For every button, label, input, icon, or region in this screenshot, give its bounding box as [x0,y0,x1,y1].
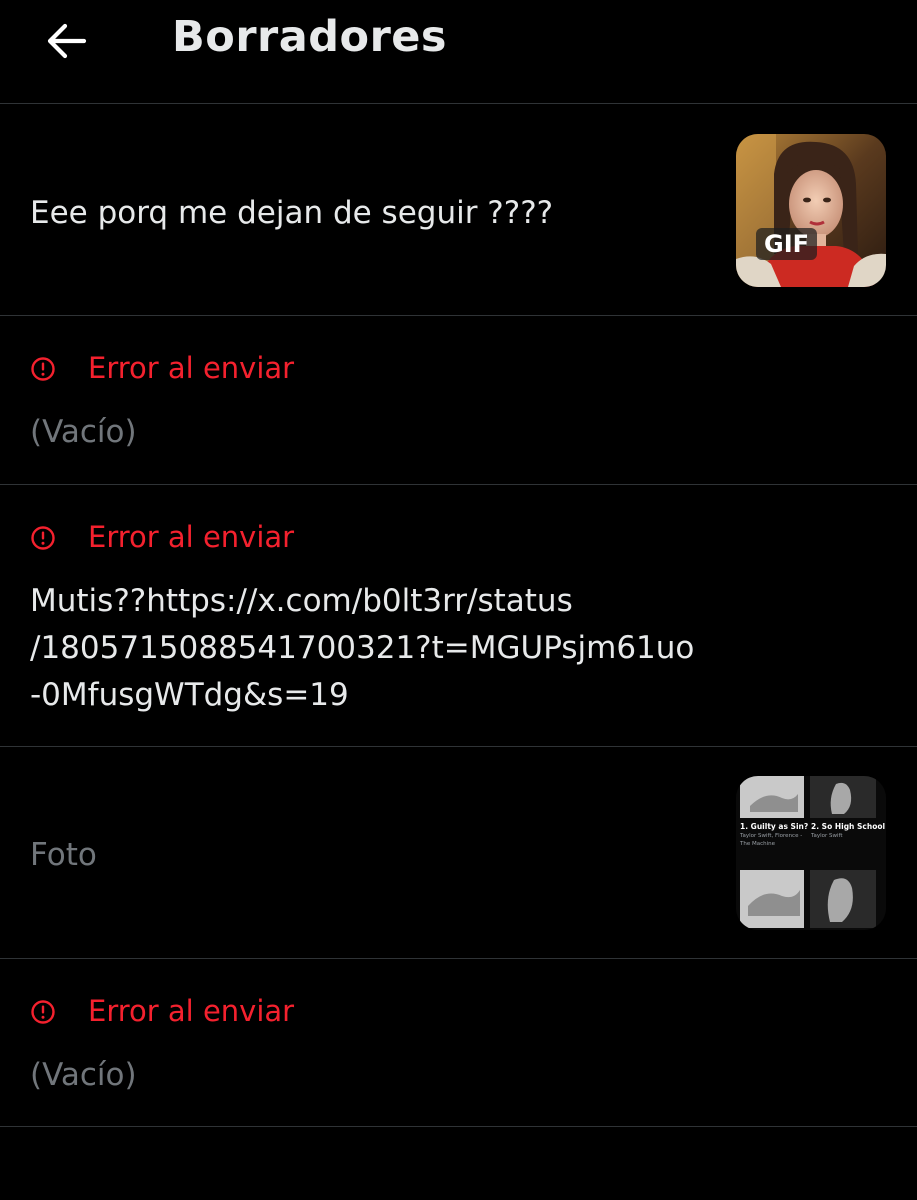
track-artist: Taylor Swift, Florence - [740,833,803,839]
arrow-left-icon [47,23,87,59]
track-artist: Taylor Swift [811,833,843,839]
draft-item[interactable]: Error al enviar (Vacío) [0,317,917,485]
draft-text-line: Mutis??https://x.com/b0lt3rr/status [30,583,573,619]
draft-text: Foto [30,837,97,873]
track-title: 2. So High School [811,822,886,831]
draft-text-line: /1805715088541700321?t=MGUPsjm61uo [30,630,695,666]
draft-item[interactable]: Eee porq me dejan de seguir ???? GIF [0,105,917,316]
gif-badge: GIF [756,228,818,260]
photo-collage-image [736,776,886,930]
gif-thumbnail: GIF [736,134,886,287]
draft-text-line: -0MfusgWTdg&s=19 [30,677,349,713]
error-message: Error al enviar [88,351,295,385]
track-artist: The Machine [740,841,776,847]
gif-preview-image [736,134,886,287]
back-button[interactable] [44,18,90,64]
draft-item[interactable]: Foto 1. Guilty as Sin? Taylor Swift, Flo… [0,748,917,959]
draft-item[interactable]: Error al enviar (Vacío) [0,960,917,1127]
draft-text: Eee porq me dejan de seguir ???? [30,195,554,231]
draft-item[interactable]: Error al enviar Mutis??https://x.com/b0l… [0,486,917,747]
error-circle-icon [31,1000,55,1024]
photo-thumbnail: 1. Guilty as Sin? Taylor Swift, Florence… [736,776,886,930]
error-message: Error al enviar [88,520,295,554]
top-app-bar: Borradores [0,0,917,104]
draft-text: (Vacío) [30,414,137,450]
error-circle-icon [31,526,55,550]
error-message: Error al enviar [88,994,295,1028]
track-title: 1. Guilty as Sin? [740,822,809,831]
error-circle-icon [31,357,55,381]
page-title: Borradores [172,12,448,62]
draft-text: (Vacío) [30,1057,137,1093]
